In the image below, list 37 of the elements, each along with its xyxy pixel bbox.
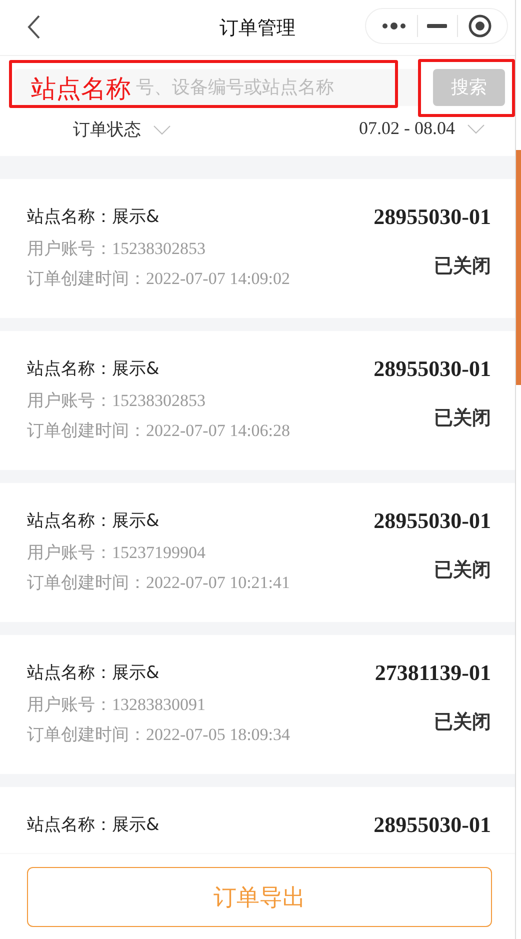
chevron-down-icon bbox=[467, 124, 485, 134]
target-icon[interactable] bbox=[468, 14, 492, 38]
filter-dropdown[interactable]: 订单状态 bbox=[73, 118, 141, 141]
created-time: 订单创建时间：2022-07-07 14:06:28 bbox=[27, 420, 290, 443]
order-number: 28955030-01 bbox=[374, 509, 491, 533]
created-time: 订单创建时间：2022-07-05 18:09:34 bbox=[27, 724, 290, 747]
order-status: 已关闭 bbox=[434, 406, 491, 431]
order-card[interactable]: 站点名称：展示& 用户账号：15238302853 订单创建时间：2022-07-07 14:09:02 28955030-01 已关闭 bbox=[0, 179, 515, 318]
order-card[interactable]: 站点名称：展示& 用户账号：15237199904 订单创建时间：2022-07-07 10:21:41 28955030-01 已关闭 bbox=[0, 483, 515, 622]
order-card[interactable]: 站点名称：展示& 28955030-01 bbox=[0, 787, 515, 853]
minimize-icon[interactable] bbox=[427, 24, 448, 28]
order-card[interactable]: 站点名称：展示& 用户账号：15238302853 订单创建时间：2022-07-07 14:06:28 28955030-01 已关闭 bbox=[0, 331, 515, 470]
order-status: 已关闭 bbox=[434, 254, 491, 279]
station-name: 站点名称：展示& bbox=[27, 814, 160, 837]
station-name: 站点名称：展示& bbox=[27, 510, 160, 533]
station-name: 站点名称：展示& bbox=[27, 662, 160, 685]
order-number: 28955030-01 bbox=[374, 205, 491, 229]
user-account: 用户账号：13283830091 bbox=[27, 694, 206, 717]
order-number: 28955030-01 bbox=[374, 357, 491, 381]
user-account: 用户账号：15238302853 bbox=[27, 238, 206, 261]
created-time: 订单创建时间：2022-07-07 14:09:02 bbox=[27, 268, 290, 291]
annotation-label: 站点名称 bbox=[31, 74, 131, 104]
filter-dropdown[interactable]: 07.02 - 08.04 bbox=[359, 118, 455, 139]
created-time: 订单创建时间：2022-07-07 10:21:41 bbox=[27, 572, 290, 595]
page-title: 订单管理 bbox=[218, 16, 296, 41]
order-status: 已关闭 bbox=[434, 558, 491, 583]
back-icon[interactable] bbox=[27, 15, 41, 39]
user-account: 用户账号：15237199904 bbox=[27, 542, 206, 565]
order-card[interactable]: 站点名称：展示& 用户账号：13283830091 订单创建时间：2022-07-05 18:09:34 27381139-01 已关闭 bbox=[0, 635, 515, 774]
order-number: 27381139-01 bbox=[374, 661, 491, 685]
more-icon[interactable] bbox=[380, 21, 407, 31]
user-account: 用户账号：15238302853 bbox=[27, 390, 206, 413]
station-name: 站点名称：展示& bbox=[27, 358, 160, 381]
order-status: 已关闭 bbox=[434, 710, 491, 735]
station-name: 站点名称：展示& bbox=[27, 206, 160, 229]
chevron-down-icon bbox=[153, 124, 171, 134]
order-number: 28955030-01 bbox=[374, 813, 491, 837]
